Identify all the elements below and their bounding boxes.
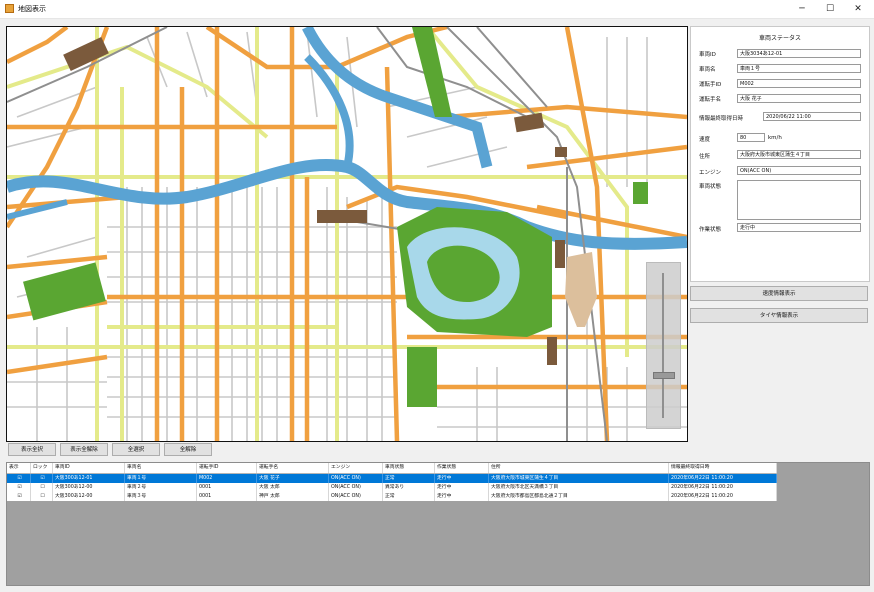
- minimize-button[interactable]: ─: [790, 2, 814, 16]
- vehicle-state-label: 車両状態: [699, 184, 722, 190]
- work-state-field[interactable]: 走行中: [737, 223, 861, 232]
- show-checkbox[interactable]: ☑: [7, 474, 31, 483]
- deselect-all-button[interactable]: 全解除: [164, 443, 212, 456]
- window-title: 地図表示: [18, 5, 46, 13]
- maximize-button[interactable]: ☐: [818, 2, 842, 16]
- table-header: 表示 ロック 車両ID 車両名 運転手ID 運転手名 エンジン 車両状態 作業状…: [7, 463, 777, 474]
- city-map[interactable]: [7, 27, 687, 441]
- close-button[interactable]: ✕: [846, 2, 870, 16]
- table-row[interactable]: ☑ ☑ 大阪300あ12-01 車両１号 M002 大阪 花子 ON(ACC ON) 正常 走行…: [7, 474, 777, 483]
- vehicle-status-panel: 車両ステータス 車両ID 大阪3034あ12-01 車両名 車両１号 運転手ID…: [690, 26, 870, 282]
- work-state-label: 作業状態: [699, 227, 722, 233]
- display-all-button[interactable]: 表示全択: [8, 443, 56, 456]
- vehicle-state-cell: 正常: [383, 492, 435, 501]
- driver-id-cell: M002: [197, 474, 257, 483]
- show-checkbox[interactable]: ☑: [7, 483, 31, 492]
- speed-info-button[interactable]: 速度情報表示: [690, 286, 868, 301]
- driver-name-cell: 大阪 花子: [257, 474, 329, 483]
- engine-cell: ON(ACC ON): [329, 483, 383, 492]
- vehicle-name-cell: 車両２号: [125, 483, 197, 492]
- zoom-slider-thumb[interactable]: [653, 371, 675, 379]
- last-acquired-field[interactable]: 2020/06/22 11:00: [763, 112, 861, 121]
- vehicle-name-cell: 車両１号: [125, 474, 197, 483]
- col-engine[interactable]: エンジン: [329, 463, 383, 473]
- timestamp-cell: 2020年06月22日 11:00:20: [669, 492, 777, 501]
- app-icon: [5, 4, 14, 13]
- vehicle-table[interactable]: 表示 ロック 車両ID 車両名 運転手ID 運転手名 エンジン 車両状態 作業状…: [6, 462, 870, 586]
- driver-name-cell: 大阪 太郎: [257, 483, 329, 492]
- timestamp-cell: 2020年06月22日 11:00:20: [669, 483, 777, 492]
- driver-id-cell: 0001: [197, 492, 257, 501]
- table-row[interactable]: ☑ ☐ 大阪300あ12-00 車両２号 0001 大阪 太郎 ON(ACC ON) 異常あり…: [7, 483, 777, 492]
- location-field[interactable]: 大阪府大阪市城東区蒲生４丁目: [737, 150, 861, 159]
- address-cell: 大阪府大阪市北区天満橋３丁目: [489, 483, 669, 492]
- zoom-slider[interactable]: [646, 262, 681, 429]
- vehicle-state-cell: 正常: [383, 474, 435, 483]
- speed-label: 速度: [699, 137, 711, 143]
- driver-id-cell: 0001: [197, 483, 257, 492]
- engine-cell: ON(ACC ON): [329, 492, 383, 501]
- vehicle-id-label: 車両ID: [699, 52, 716, 58]
- panel-title: 車両ステータス: [758, 35, 801, 42]
- location-label: 住所: [699, 154, 711, 160]
- col-lock[interactable]: ロック: [31, 463, 53, 473]
- vehicle-name-cell: 車両３号: [125, 492, 197, 501]
- table-row[interactable]: ☑ ☐ 大阪300あ12-00 車両３号 0001 神戸 太郎 ON(ACC ON) 正常 走行…: [7, 492, 777, 501]
- title-bar: 地図表示 ─ ☐ ✕: [0, 0, 874, 19]
- work-state-cell: 走行中: [435, 492, 489, 501]
- lock-checkbox[interactable]: ☐: [31, 483, 53, 492]
- col-driver-id[interactable]: 運転手ID: [197, 463, 257, 473]
- vehicle-name-label: 車両名: [699, 67, 716, 73]
- show-checkbox[interactable]: ☑: [7, 492, 31, 501]
- col-vehicle-name[interactable]: 車両名: [125, 463, 197, 473]
- speed-unit: km/h: [768, 135, 782, 141]
- driver-name-field[interactable]: 大阪 花子: [737, 94, 861, 103]
- col-vehicle-id[interactable]: 車両ID: [53, 463, 125, 473]
- work-state-cell: 走行中: [435, 483, 489, 492]
- engine-label: エンジン: [699, 170, 722, 176]
- map-view[interactable]: [6, 26, 688, 442]
- zoom-slider-track: [662, 273, 664, 418]
- col-vehicle-state[interactable]: 車両状態: [383, 463, 435, 473]
- col-show[interactable]: 表示: [7, 463, 31, 473]
- vehicle-state-cell: 異常あり: [383, 483, 435, 492]
- select-all-button[interactable]: 全選択: [112, 443, 160, 456]
- work-state-cell: 走行中: [435, 474, 489, 483]
- driver-id-label: 運転手ID: [699, 82, 722, 88]
- vehicle-id-cell: 大阪300あ12-00: [53, 483, 125, 492]
- engine-cell: ON(ACC ON): [329, 474, 383, 483]
- vehicle-id-field[interactable]: 大阪3034あ12-01: [737, 49, 861, 58]
- driver-id-field[interactable]: M002: [737, 79, 861, 88]
- col-work-state[interactable]: 作業状態: [435, 463, 489, 473]
- driver-name-label: 運転手名: [699, 97, 722, 103]
- vehicle-state-field[interactable]: [737, 180, 861, 220]
- lock-checkbox[interactable]: ☑: [31, 474, 53, 483]
- driver-name-cell: 神戸 太郎: [257, 492, 329, 501]
- col-address[interactable]: 住所: [489, 463, 669, 473]
- last-acquired-label: 情報最終取得日時: [699, 116, 744, 122]
- lock-checkbox[interactable]: ☐: [31, 492, 53, 501]
- vehicle-id-cell: 大阪300あ12-01: [53, 474, 125, 483]
- tire-info-button[interactable]: タイヤ情報表示: [690, 308, 868, 323]
- address-cell: 大阪府大阪市都島区都島北通２丁目: [489, 492, 669, 501]
- col-driver-name[interactable]: 運転手名: [257, 463, 329, 473]
- vehicle-name-field[interactable]: 車両１号: [737, 64, 861, 73]
- vehicle-id-cell: 大阪300あ12-00: [53, 492, 125, 501]
- col-timestamp[interactable]: 情報最終取得日時: [669, 463, 777, 473]
- display-clear-button[interactable]: 表示全解除: [60, 443, 108, 456]
- timestamp-cell: 2020年06月22日 11:00:20: [669, 474, 777, 483]
- engine-field[interactable]: ON(ACC ON): [737, 166, 861, 175]
- speed-field[interactable]: 80: [737, 133, 765, 142]
- address-cell: 大阪府大阪市城東区蒲生４丁目: [489, 474, 669, 483]
